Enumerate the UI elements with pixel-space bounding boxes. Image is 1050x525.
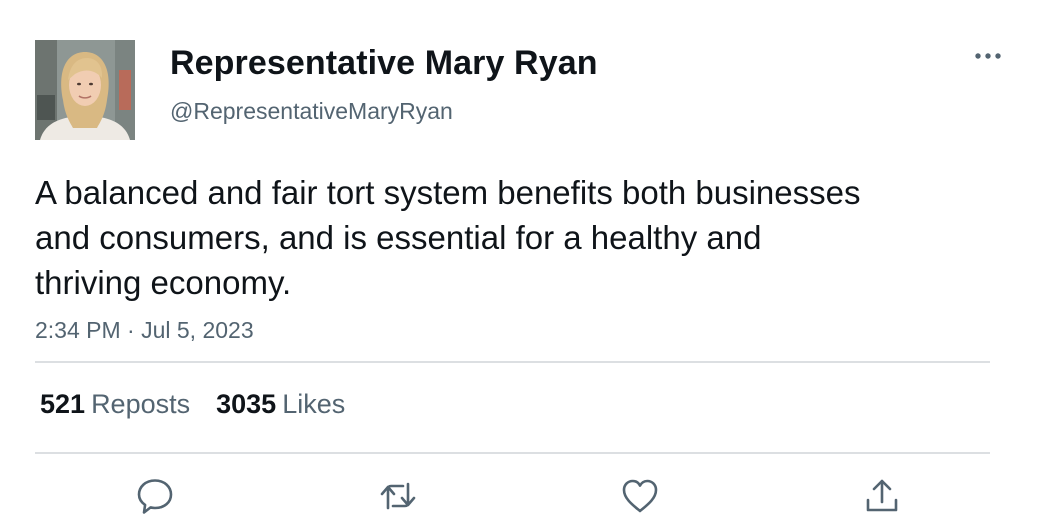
speech-bubble-icon <box>137 479 173 514</box>
repost-button[interactable] <box>376 474 420 518</box>
tweet-timestamp[interactable]: 2:34 PM · Jul 5, 2023 <box>35 315 254 345</box>
heart-icon <box>622 479 658 513</box>
likes-stat[interactable]: 3035 Likes <box>216 385 345 423</box>
reposts-stat[interactable]: 521 Reposts <box>40 385 190 423</box>
reposts-label: Reposts <box>91 389 191 419</box>
profile-photo-image <box>35 40 135 140</box>
author-display-name[interactable]: Representative Mary Ryan <box>170 42 598 84</box>
reply-button[interactable] <box>133 474 177 518</box>
avatar[interactable] <box>35 40 135 140</box>
likes-count: 3035 <box>216 389 277 419</box>
like-button[interactable] <box>618 474 662 518</box>
share-button[interactable] <box>860 474 904 518</box>
engagement-stats: 521 Reposts 3035 Likes <box>40 385 345 423</box>
divider <box>35 452 990 454</box>
divider <box>35 361 990 363</box>
tweet-text: A balanced and fair tort system benefits… <box>35 174 861 301</box>
ellipsis-icon[interactable] <box>966 40 1010 72</box>
likes-label: Likes <box>282 389 346 419</box>
share-upload-icon <box>866 479 898 512</box>
author-handle[interactable]: @RepresentativeMaryRyan <box>170 96 453 126</box>
repost-arrows-icon <box>380 482 416 510</box>
reposts-count: 521 <box>40 389 86 419</box>
